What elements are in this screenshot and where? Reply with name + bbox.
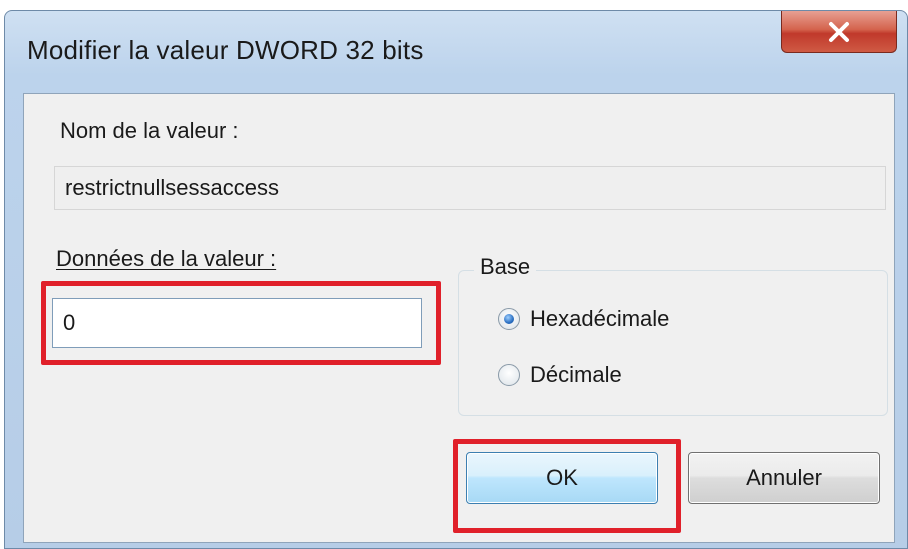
base-groupbox [458, 270, 888, 416]
base-group-label: Base [474, 254, 537, 280]
radio-hexadecimal[interactable]: Hexadécimale [498, 306, 669, 332]
value-data-label: Données de la valeur : [56, 246, 277, 271]
dialog-title: Modifier la valeur DWORD 32 bits [27, 35, 424, 65]
value-name-field[interactable]: restrictnullsessaccess [54, 166, 886, 210]
close-icon [829, 21, 849, 42]
cancel-button[interactable]: Annuler [688, 452, 880, 504]
radio-decimal[interactable]: Décimale [498, 362, 622, 388]
title-bar[interactable]: Modifier la valeur DWORD 32 bits [5, 11, 907, 81]
dialog-body: Nom de la valeur : restrictnullsessacces… [23, 93, 895, 543]
radio-button-selected-icon[interactable] [498, 308, 520, 330]
radio-button-icon[interactable] [498, 364, 520, 386]
radio-decimal-label: Décimale [530, 362, 622, 387]
close-button[interactable] [781, 11, 897, 53]
ok-button[interactable]: OK [466, 452, 658, 504]
value-data-input[interactable]: 0 [52, 298, 422, 348]
dialog-window: Modifier la valeur DWORD 32 bits Nom de … [4, 10, 908, 549]
radio-hexadecimal-label: Hexadécimale [530, 306, 670, 331]
value-name-label: Nom de la valeur : [60, 118, 239, 143]
